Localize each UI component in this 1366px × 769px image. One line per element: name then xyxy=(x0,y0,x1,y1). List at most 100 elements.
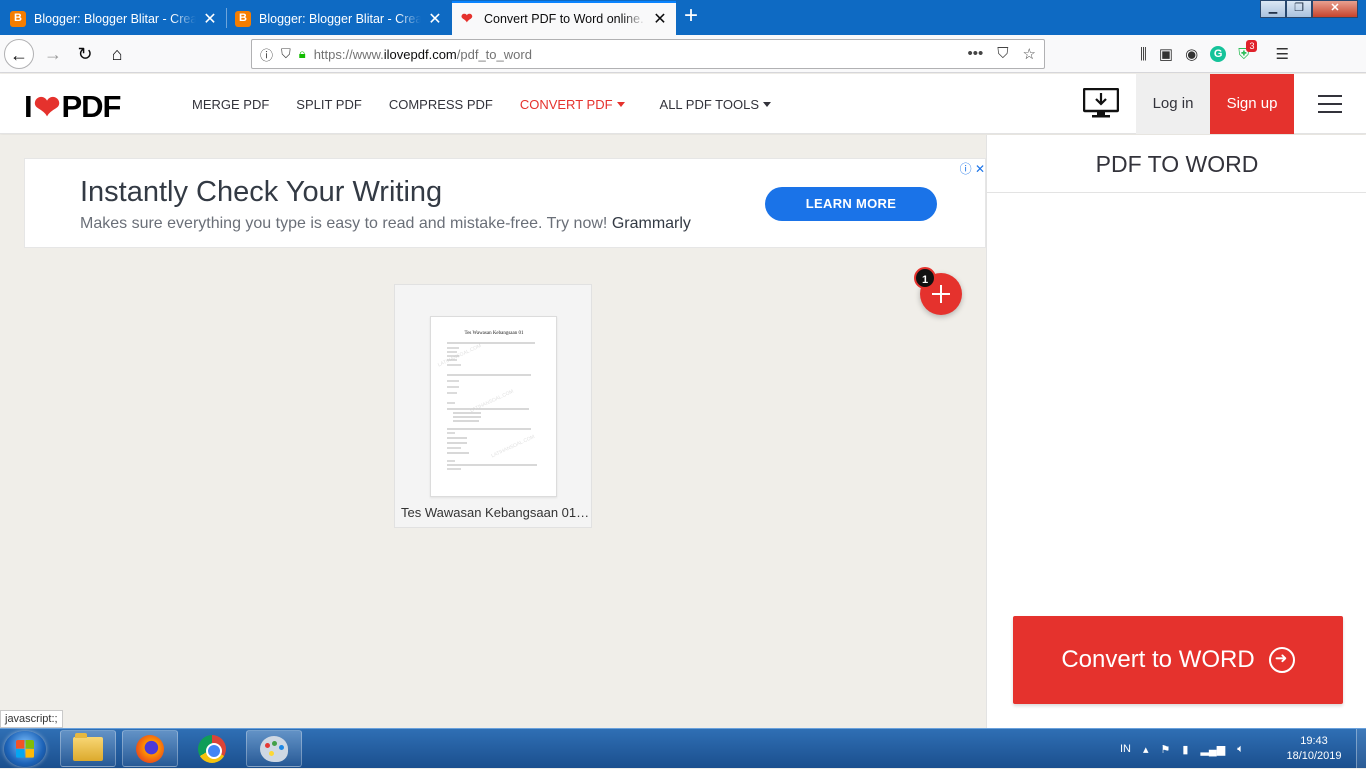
show-hidden-icons[interactable]: ▴ xyxy=(1143,743,1149,756)
ad-title[interactable]: Instantly Check Your Writing xyxy=(80,176,442,209)
blogger-icon xyxy=(10,10,26,27)
tab-title: Convert PDF to Word online. Fr xyxy=(484,12,646,26)
sidebar-icon[interactable]: ▣ xyxy=(1159,45,1173,63)
pocket-icon[interactable]: ⛉ xyxy=(997,45,1008,63)
home-button[interactable]: ⌂ xyxy=(102,39,132,69)
caret-down-icon xyxy=(763,101,771,107)
new-tab-button[interactable]: + xyxy=(676,2,706,32)
library-icon[interactable]: ⫼ xyxy=(1140,46,1147,63)
browser-menu-icon[interactable]: ☰ xyxy=(1275,45,1288,63)
ad-brand: Grammarly xyxy=(611,215,691,232)
menu-item-merge-pdf[interactable]: MERGE PDF xyxy=(192,97,269,112)
system-clock[interactable]: 19:43 18/10/2019 xyxy=(1276,734,1352,764)
language-indicator[interactable]: IN xyxy=(1120,743,1131,755)
ilovepdf-logo[interactable]: I ❤ PDF xyxy=(24,88,121,126)
power-icon[interactable]: ▮ xyxy=(1182,743,1188,756)
convert-label: Convert to WORD xyxy=(1061,646,1255,673)
convert-to-word-button[interactable]: Convert to WORD xyxy=(1013,616,1343,704)
tab-title: Blogger: Blogger Blitar - Create xyxy=(34,11,196,26)
info-icon[interactable]: ⓘ xyxy=(260,45,273,64)
window-controls: ▁ ❐ ✕ xyxy=(1260,0,1358,18)
site-header: I ❤ PDF MERGE PDF SPLIT PDF COMPRESS PDF… xyxy=(0,74,1366,134)
browser-tab[interactable]: Blogger: Blogger Blitar - Create ✕ xyxy=(2,2,226,35)
show-desktop-button[interactable] xyxy=(1356,729,1366,769)
document-preview: Tes Wawasan Kebangsaan 01 LATIHANSOAL.CO… xyxy=(437,331,537,470)
minimize-button[interactable]: ▁ xyxy=(1260,0,1286,18)
navigation-toolbar: ← → ↻ ⌂ ⓘ ⛉ 🔒︎ https://www. ilovepdf.com /… xyxy=(0,35,1366,73)
windows-taskbar: IN ▴ ⚑ ▮ ▂▄▆ 🔈︎ 19:43 18/10/2019 xyxy=(0,728,1366,769)
browser-tab-active[interactable]: Convert PDF to Word online. Fr ✕ xyxy=(452,1,676,35)
grammarly-ad-banner[interactable]: Instantly Check Your Writing Makes sure … xyxy=(24,158,986,248)
url-host: ilovepdf.com xyxy=(383,46,457,62)
tab-title: Blogger: Blogger Blitar - Create xyxy=(259,11,421,26)
folder-icon xyxy=(73,732,103,761)
tool-sidebar: PDF TO WORD Convert to WORD xyxy=(986,135,1366,728)
browser-status-bar: javascript:; xyxy=(0,710,63,728)
menu-item-convert-pdf[interactable]: CONVERT PDF xyxy=(520,97,625,112)
browser-tab[interactable]: Blogger: Blogger Blitar - Create ✕ xyxy=(227,2,451,35)
url-path: /pdf_to_word xyxy=(456,46,532,62)
ad-description[interactable]: Makes sure everything you type is easy t… xyxy=(80,215,691,233)
action-center-flag-icon[interactable]: ⚑ xyxy=(1161,743,1171,756)
paint-icon xyxy=(260,735,288,762)
file-card[interactable]: Tes Wawasan Kebangsaan 01 LATIHANSOAL.CO… xyxy=(394,284,592,528)
forward-button[interactable]: → xyxy=(38,39,68,69)
menu-item-all-pdf-tools[interactable]: ALL PDF TOOLS xyxy=(660,97,771,112)
browser-tab-strip: Blogger: Blogger Blitar - Create ✕ Blogg… xyxy=(0,0,1366,35)
system-tray: IN ▴ ⚑ ▮ ▂▄▆ 🔈︎ xyxy=(1120,729,1244,769)
lock-icon[interactable]: 🔒︎ xyxy=(299,46,306,62)
desktop-download-icon[interactable] xyxy=(1083,88,1119,118)
workspace-area: Instantly Check Your Writing Makes sure … xyxy=(0,135,986,728)
file-name: Tes Wawasan Kebangsaan 01… xyxy=(401,505,590,520)
taskbar-firefox[interactable] xyxy=(122,730,178,767)
svg-text:LATIHANSOAL.COM: LATIHANSOAL.COM xyxy=(469,389,514,414)
chrome-icon xyxy=(198,734,226,763)
logo-text-right: PDF xyxy=(61,89,121,124)
menu-item-compress-pdf[interactable]: COMPRESS PDF xyxy=(389,97,493,112)
svg-text:LATIHANSOAL.COM: LATIHANSOAL.COM xyxy=(437,343,482,368)
arrow-circle-right-icon xyxy=(1268,647,1295,673)
close-window-button[interactable]: ✕ xyxy=(1312,0,1358,18)
taskbar-chrome[interactable] xyxy=(184,730,240,767)
grammarly-extension-icon[interactable]: G xyxy=(1210,46,1227,62)
tracking-shield-icon[interactable]: ⛉ xyxy=(281,46,291,62)
ad-choices-icon[interactable]: ⓘ ✕ xyxy=(960,160,985,177)
blogger-icon xyxy=(235,10,251,27)
extension-badge: 3 xyxy=(1246,39,1258,52)
close-tab-icon[interactable]: ✕ xyxy=(202,9,218,29)
signup-button[interactable]: Sign up xyxy=(1210,74,1294,134)
file-count-badge: 1 xyxy=(914,267,936,289)
hamburger-menu-icon[interactable] xyxy=(1318,95,1342,113)
page-actions-icon[interactable]: ••• xyxy=(968,45,984,63)
shield-extension-icon[interactable]: ⛨ 3 xyxy=(1238,39,1258,63)
clock-time: 19:43 xyxy=(1300,735,1328,747)
network-signal-icon[interactable]: ▂▄▆ xyxy=(1200,743,1225,756)
login-button[interactable]: Log in xyxy=(1136,74,1210,134)
volume-icon[interactable]: 🔈︎ xyxy=(1237,743,1244,756)
reload-button[interactable]: ↻ xyxy=(70,39,100,69)
taskbar-explorer[interactable] xyxy=(60,730,116,767)
close-tab-icon[interactable]: ✕ xyxy=(652,9,668,29)
svg-text:LATIHANSOAL.COM: LATIHANSOAL.COM xyxy=(490,434,535,459)
address-bar[interactable]: ⓘ ⛉ 🔒︎ https://www. ilovepdf.com/pdf_to_w… xyxy=(251,39,1045,69)
divider xyxy=(987,192,1366,193)
file-thumbnail: Tes Wawasan Kebangsaan 01 LATIHANSOAL.CO… xyxy=(430,316,557,497)
menu-item-split-pdf[interactable]: SPLIT PDF xyxy=(296,97,362,112)
close-tab-icon[interactable]: ✕ xyxy=(427,9,443,29)
taskbar-paint[interactable] xyxy=(246,730,302,767)
logo-text-left: I xyxy=(24,89,33,124)
tool-title: PDF TO WORD xyxy=(1095,151,1259,177)
start-button[interactable] xyxy=(4,731,46,767)
thumbnail-heading: Tes Wawasan Kebangsaan 01 xyxy=(465,331,524,336)
ilovepdf-heart-icon xyxy=(460,10,476,27)
main-menu: MERGE PDF SPLIT PDF COMPRESS PDF CONVERT… xyxy=(192,74,771,134)
learn-more-button[interactable]: LEARN MORE xyxy=(765,187,937,221)
back-button[interactable]: ← xyxy=(4,39,34,69)
firefox-icon xyxy=(136,734,164,763)
clock-date: 18/10/2019 xyxy=(1286,750,1342,762)
url-scheme: https://www. xyxy=(313,46,384,62)
toolbar-icons: ⫼ ▣ ◉ G ⛨ 3 ☰ xyxy=(1140,39,1289,69)
account-icon[interactable]: ◉ xyxy=(1185,45,1198,63)
bookmark-star-icon[interactable]: ☆ xyxy=(1023,45,1036,63)
maximize-button[interactable]: ❐ xyxy=(1286,0,1312,18)
